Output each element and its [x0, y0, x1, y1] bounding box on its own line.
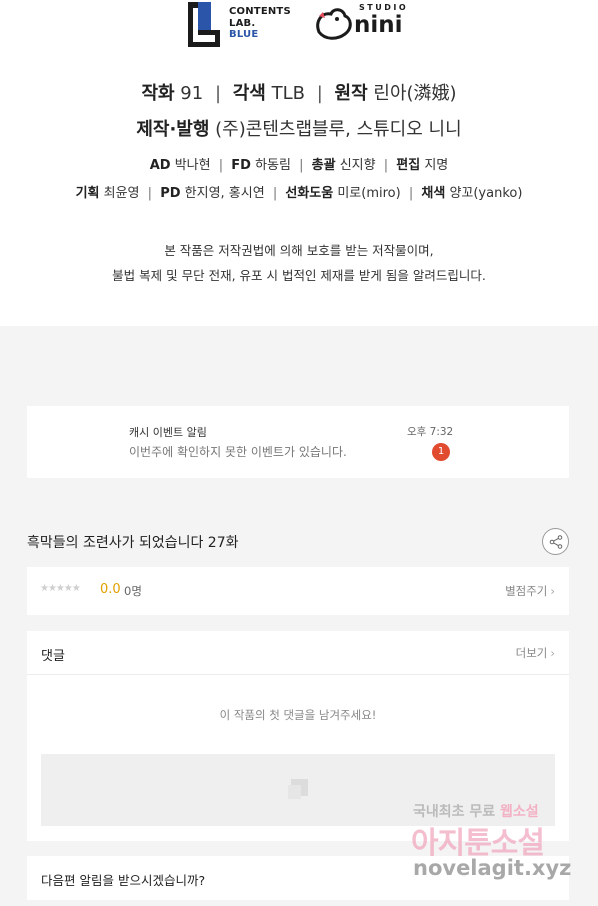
credit-value: 신지향 — [339, 158, 376, 173]
credit-label: 총괄 — [311, 158, 336, 173]
rater-count: 0명 — [124, 584, 142, 598]
credit-separator: | — [214, 83, 222, 104]
credit-label: 채색 — [421, 186, 446, 201]
credit-label: 선화도움 — [285, 186, 334, 201]
credit-line-staff: AD 박나현 | FD 하동림 | 총괄 신지향 | 편집 지명 — [0, 154, 598, 173]
rate-button[interactable]: 별점주기 › — [505, 583, 555, 599]
contents-lab-blue-mark — [188, 2, 220, 47]
comments-title: 댓글 — [41, 649, 65, 664]
copyright-notice-line1: 본 작품은 저작권법에 의해 보호를 받는 저작물이며, — [164, 243, 434, 258]
share-icon — [549, 535, 563, 549]
rate-button-label: 별점주기 — [505, 584, 548, 598]
comments-more-button[interactable]: 더보기 › — [516, 645, 555, 661]
credit-label: 기획 — [75, 186, 100, 201]
cash-event-notification[interactable]: 캐시 이벤트 알림 이번주에 확인하지 못한 이벤트가 있습니다. 오후 7:3… — [27, 406, 569, 478]
rating-card: ★★★★★ 0.0 0명 별점주기 › — [27, 567, 569, 615]
credits-section: CONTENTS LAB. BLUE STUDIO nini 작화 91 | 각… — [0, 0, 598, 326]
credit-value: (주)콘텐츠랩블루, 스튜디오 니니 — [215, 119, 462, 140]
publisher-logos: CONTENTS LAB. BLUE STUDIO nini — [183, 0, 423, 50]
next-episode-notify-card[interactable]: 다음편 알림을 받으시겠습니까? — [27, 856, 569, 900]
notification-time: 오후 7:32 — [407, 426, 454, 438]
credit-value: 양꼬(yanko) — [449, 186, 523, 201]
rating-score: 0.0 — [100, 582, 121, 597]
credit-value: 미로(miro) — [337, 186, 401, 201]
credit-value: 박나현 — [174, 158, 211, 173]
comments-card: 댓글 더보기 › 이 작품의 첫 댓글을 남겨주세요! — [27, 631, 569, 841]
studio-name: nini — [354, 12, 403, 38]
notification-title: 캐시 이벤트 알림 — [129, 426, 207, 439]
credit-label: AD — [149, 158, 171, 173]
credit-separator: | — [272, 186, 278, 201]
credit-value: 린아(潾娥) — [373, 83, 457, 104]
contents-lab-blue-logo: CONTENTS LAB. BLUE — [183, 0, 293, 50]
credit-label: 제작·발행 — [136, 119, 210, 140]
credit-label: FD — [231, 158, 251, 173]
comments-empty-message: 이 작품의 첫 댓글을 남겨주세요! — [219, 708, 377, 722]
notification-badge: 1 — [432, 443, 450, 461]
credit-value: TLB — [271, 83, 305, 104]
credit-value: 한지영, 홍시연 — [184, 186, 265, 201]
studio-nini-logo: STUDIO nini — [313, 2, 423, 42]
credit-value: 하동림 — [255, 158, 291, 173]
credit-label: PD — [160, 186, 181, 201]
chevron-right-icon: › — [550, 646, 555, 660]
credit-label: 편집 — [396, 158, 421, 173]
credit-label: 각색 — [232, 83, 266, 104]
credit-separator: | — [316, 83, 323, 104]
image-placeholder-icon — [288, 779, 308, 799]
comments-header: 댓글 더보기 › — [27, 631, 569, 675]
star-rating-icons: ★★★★★ — [40, 583, 81, 594]
credit-separator: | — [408, 186, 414, 201]
bird-mark — [316, 8, 352, 40]
credit-label: 원작 — [334, 83, 368, 104]
chevron-right-icon: › — [550, 584, 555, 598]
credit-separator: | — [383, 158, 389, 173]
contents-lab-blue-wordmark: CONTENTS LAB. BLUE — [229, 6, 291, 40]
credit-line-production: 기획 최윤영 | PD 한지영, 홍시연 | 선화도움 미로(miro) | 채… — [0, 182, 598, 201]
credit-value: 최윤영 — [103, 186, 140, 201]
credit-separator: | — [218, 158, 224, 173]
credit-separator: | — [299, 158, 304, 173]
credit-value: 91 — [180, 83, 204, 104]
notify-label: 다음편 알림을 받으시겠습니까? — [41, 873, 206, 888]
more-button-label: 더보기 — [515, 646, 548, 660]
copyright-notice-line2: 불법 복제 및 무단 전재, 유포 시 법적인 제재를 받게 됨을 알려드립니다… — [112, 268, 486, 283]
share-button[interactable] — [542, 528, 569, 555]
studio-label: STUDIO — [359, 3, 409, 12]
comment-input[interactable] — [41, 754, 555, 826]
credit-separator: | — [147, 186, 153, 201]
credit-line-main: 작화 91 | 각색 TLB | 원작 린아(潾娥) — [0, 79, 598, 105]
credit-value: 지명 — [424, 158, 449, 173]
notification-message: 이번주에 확인하지 못한 이벤트가 있습니다. — [129, 445, 347, 459]
credit-label: 작화 — [141, 83, 175, 104]
credit-line-publisher: 제작·발행 (주)콘텐츠랩블루, 스튜디오 니니 — [0, 115, 598, 141]
episode-title: 흑막들의 조련사가 되었습니다 27화 — [27, 535, 239, 551]
